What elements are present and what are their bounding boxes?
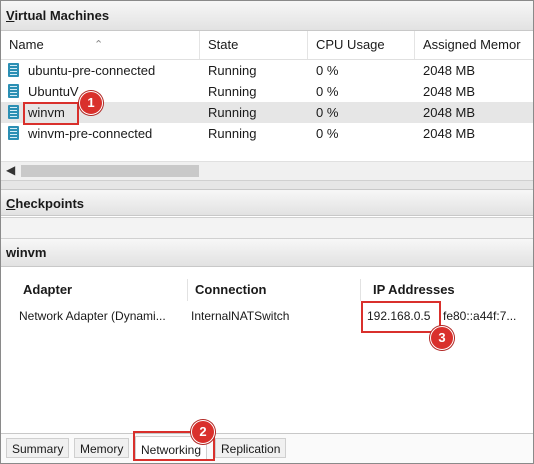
vm-cpu: 0 % [316, 126, 339, 141]
column-separator [360, 279, 361, 301]
scroll-left-arrow-icon[interactable]: ◀ [6, 163, 15, 177]
checkpoints-title: Checkpoints [1, 189, 533, 216]
horizontal-scrollbar[interactable]: ◀ [1, 161, 533, 180]
checkpoints-body [1, 217, 533, 239]
vm-memory: 2048 MB [423, 126, 476, 141]
column-header-state[interactable]: State [200, 31, 308, 59]
sort-ascending-icon: ⌃ [94, 39, 104, 51]
column-header-cpu-usage[interactable]: CPU Usage [308, 31, 415, 59]
vm-memory: 2048 MB [423, 63, 476, 78]
vm-cpu: 0 % [316, 105, 339, 120]
column-header-ip-addresses: IP Addresses [373, 282, 455, 297]
title-text: irtual Machines [14, 8, 110, 23]
title-access-key: C [6, 196, 16, 211]
column-header-name[interactable]: Name ⌃ [1, 31, 200, 59]
column-header-adapter: Adapter [23, 282, 73, 297]
vm-state: Running [208, 63, 257, 78]
vm-row[interactable]: ubuntu-pre-connected Running 0 % 2048 MB [1, 60, 533, 81]
ipv4-address[interactable]: 192.168.0.5 [367, 309, 439, 323]
callout-badge-2: 2 [191, 420, 215, 444]
vm-state: Running [208, 126, 257, 141]
vm-cpu: 0 % [316, 63, 339, 78]
details-tab-bar: Summary Memory Networking Replication [1, 433, 533, 463]
vm-table-header: Name ⌃ State CPU Usage Assigned Memor [1, 31, 533, 60]
vm-name: ubuntu-pre-connected [28, 63, 156, 78]
callout-badge-1: 1 [79, 91, 103, 115]
details-title: winvm [1, 239, 533, 267]
vm-state: Running [208, 84, 257, 99]
vm-cpu: 0 % [316, 84, 339, 99]
tab-memory[interactable]: Memory [74, 438, 130, 458]
vm-icon [8, 126, 19, 140]
virtual-machines-title: Virtual Machines [1, 1, 533, 31]
scrollbar-thumb[interactable] [21, 165, 199, 177]
adapter-connection: InternalNATSwitch [191, 309, 290, 323]
column-header-connection: Connection [195, 282, 267, 297]
vm-memory: 2048 MB [423, 105, 476, 120]
tab-replication[interactable]: Replication [215, 438, 287, 458]
ipv6-address[interactable]: fe80::a44f:7... [443, 309, 533, 323]
vm-name: winvm [28, 105, 65, 120]
column-separator [187, 279, 188, 301]
tab-summary[interactable]: Summary [6, 438, 70, 458]
adapter-name: Network Adapter (Dynami... [19, 309, 166, 323]
title-text: heckpoints [15, 196, 85, 211]
column-header-assigned-memory[interactable]: Assigned Memor [415, 31, 533, 59]
vm-name: UbuntuV [28, 84, 79, 99]
vm-icon [8, 105, 19, 119]
hyper-v-manager-window: Virtual Machines Name ⌃ State CPU Usage A… [0, 0, 534, 464]
vm-icon [8, 63, 19, 77]
vm-name: winvm-pre-connected [28, 126, 153, 141]
vm-state: Running [208, 105, 257, 120]
vm-row[interactable]: winvm-pre-connected Running 0 % 2048 MB [1, 123, 533, 144]
vm-memory: 2048 MB [423, 84, 476, 99]
callout-badge-3: 3 [430, 326, 454, 350]
vm-icon [8, 84, 19, 98]
